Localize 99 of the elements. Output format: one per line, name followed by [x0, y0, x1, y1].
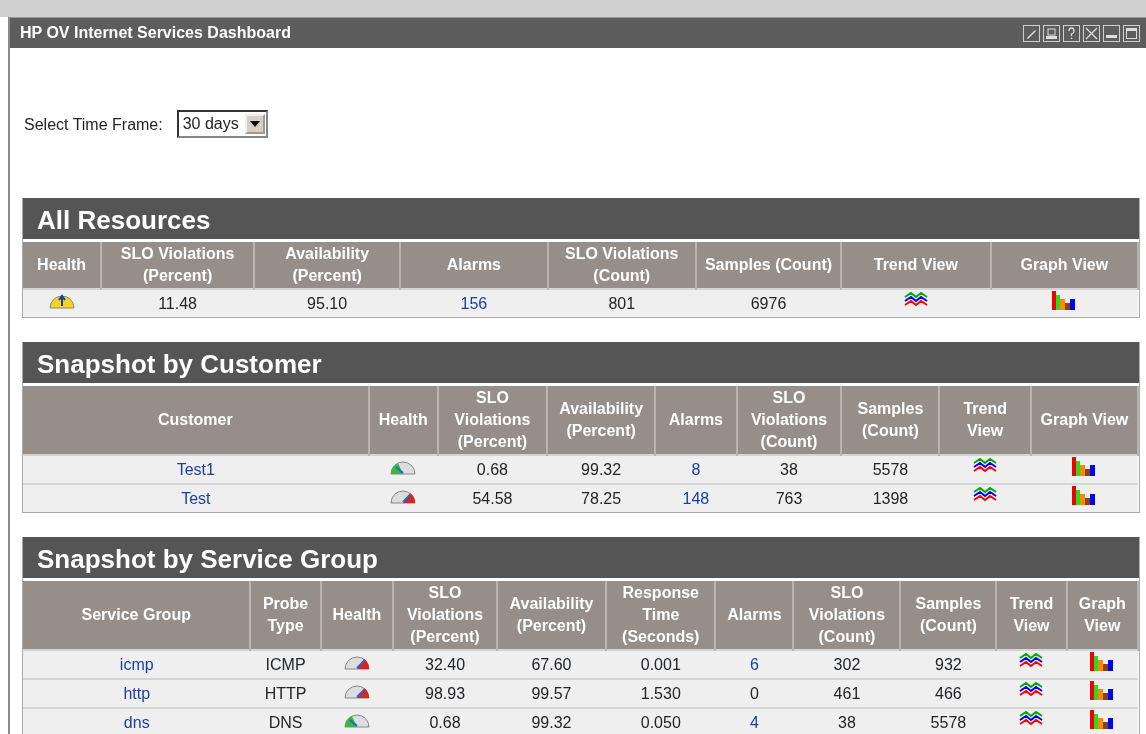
- trend-chart-icon[interactable]: [1019, 681, 1044, 699]
- column-header: Samples (Count): [695, 242, 842, 289]
- table-cell: DNS: [250, 708, 321, 734]
- table-cell: 5578: [841, 455, 940, 484]
- section-heading: Snapshot by Customer: [23, 342, 1139, 386]
- column-header: Samples (Count): [841, 386, 940, 455]
- column-header: SLO Violations (Percent): [437, 386, 548, 455]
- health-gauge-icon: [49, 292, 76, 309]
- column-header: SLO Violations (Count): [736, 386, 842, 455]
- table-cell: 0.68: [393, 708, 497, 734]
- table-cell: 78.25: [547, 484, 656, 512]
- trend-chart-icon[interactable]: [973, 486, 998, 504]
- trend-chart-icon[interactable]: [973, 457, 998, 475]
- table-cell: 11.48: [101, 289, 255, 317]
- table-link[interactable]: Test1: [176, 460, 215, 478]
- column-header: Service Group: [23, 581, 251, 650]
- column-header: Availability (Percent): [547, 386, 656, 455]
- table-cell: 54.58: [437, 484, 548, 512]
- table-link[interactable]: dns: [123, 713, 150, 731]
- table-link[interactable]: Test: [181, 489, 211, 507]
- column-header: Alarms: [715, 581, 794, 650]
- table-link[interactable]: 8: [691, 460, 701, 478]
- table-cell: 0.68: [437, 455, 548, 484]
- table-link[interactable]: 4: [749, 713, 759, 731]
- table-cell: 763: [736, 484, 842, 512]
- column-header: SLO Violations (Percent): [393, 581, 497, 650]
- health-gauge-icon: [343, 653, 370, 670]
- table-link[interactable]: http: [123, 684, 151, 702]
- table-link[interactable]: icmp: [119, 655, 154, 673]
- section-heading: Snapshot by Service Group: [23, 537, 1139, 581]
- window-title: HP OV Internet Services Dashboard: [20, 23, 291, 43]
- column-header: SLO Violations (Count): [793, 581, 901, 650]
- table-cell: 6976: [695, 289, 842, 317]
- column-header: Availability (Percent): [496, 581, 607, 650]
- column-header: Health: [23, 242, 102, 289]
- table-cell: 99.57: [496, 679, 607, 708]
- table-cell: 5578: [900, 708, 997, 734]
- table-cell: 95.10: [254, 289, 401, 317]
- table-cell: 461: [793, 679, 901, 708]
- minimize-icon[interactable]: [1103, 24, 1120, 42]
- column-header: Samples (Count): [900, 581, 997, 650]
- table-cell: HTTP: [250, 679, 321, 708]
- column-header: SLO Violations (Percent): [101, 242, 255, 289]
- health-gauge-icon: [343, 682, 370, 699]
- trend-chart-icon[interactable]: [1019, 710, 1044, 728]
- table-cell: 932: [900, 650, 997, 679]
- time-frame-label: Select Time Frame:: [24, 115, 163, 135]
- edit-icon[interactable]: [1023, 24, 1040, 42]
- table-cell: 67.60: [496, 650, 607, 679]
- column-header: Graph View: [1030, 386, 1138, 455]
- column-header: Graph View: [990, 242, 1138, 289]
- table-link[interactable]: 156: [460, 294, 488, 312]
- column-header: Trend View: [996, 581, 1067, 650]
- table-cell: 0: [715, 679, 794, 708]
- maximize-icon[interactable]: [1123, 24, 1140, 42]
- table-cell: 32.40: [393, 650, 497, 679]
- bar-chart-icon[interactable]: [1089, 709, 1116, 729]
- column-header: Alarms: [655, 386, 737, 455]
- bar-chart-icon[interactable]: [1071, 485, 1098, 505]
- help-icon[interactable]: [1063, 24, 1080, 42]
- column-header: Alarms: [400, 242, 548, 289]
- table-cell: 99.32: [547, 455, 656, 484]
- table-cell: 466: [900, 679, 997, 708]
- time-frame-dropdown[interactable]: 30 days: [176, 110, 268, 138]
- health-gauge-icon: [390, 458, 417, 475]
- trend-chart-icon[interactable]: [903, 291, 928, 309]
- table-cell: 38: [793, 708, 901, 734]
- table-link[interactable]: 6: [749, 655, 759, 673]
- table-cell: 801: [547, 289, 696, 317]
- table-cell: 1.530: [606, 679, 716, 708]
- bar-chart-icon[interactable]: [1051, 290, 1078, 310]
- print-icon[interactable]: [1043, 24, 1060, 42]
- trend-chart-icon[interactable]: [1019, 652, 1044, 670]
- column-header: Customer: [23, 386, 369, 455]
- health-gauge-icon: [343, 711, 370, 728]
- section-heading: All Resources: [23, 198, 1139, 242]
- table-cell: 99.32: [496, 708, 607, 734]
- column-header: Health: [320, 581, 394, 650]
- column-header: SLO Violations (Count): [547, 242, 696, 289]
- table-cell: 98.93: [393, 679, 497, 708]
- column-header: Health: [368, 386, 438, 455]
- column-header: Availability (Percent): [254, 242, 401, 289]
- column-header: Probe Type: [250, 581, 321, 650]
- table-cell: 302: [793, 650, 901, 679]
- bar-chart-icon[interactable]: [1071, 456, 1098, 476]
- close-icon[interactable]: [1083, 24, 1100, 42]
- caret-icon[interactable]: [244, 114, 265, 134]
- table-cell: 38: [736, 455, 842, 484]
- column-header: Graph View: [1066, 581, 1138, 650]
- column-header: Trend View: [841, 242, 991, 289]
- table-cell: ICMP: [250, 650, 321, 679]
- table-cell: 0.050: [606, 708, 716, 734]
- health-gauge-icon: [390, 487, 417, 504]
- column-header: Response Time (Seconds): [606, 581, 716, 650]
- table-cell: 0.001: [606, 650, 716, 679]
- column-header: Trend View: [939, 386, 1031, 455]
- table-cell: 1398: [841, 484, 940, 512]
- bar-chart-icon[interactable]: [1089, 651, 1116, 671]
- bar-chart-icon[interactable]: [1089, 680, 1116, 700]
